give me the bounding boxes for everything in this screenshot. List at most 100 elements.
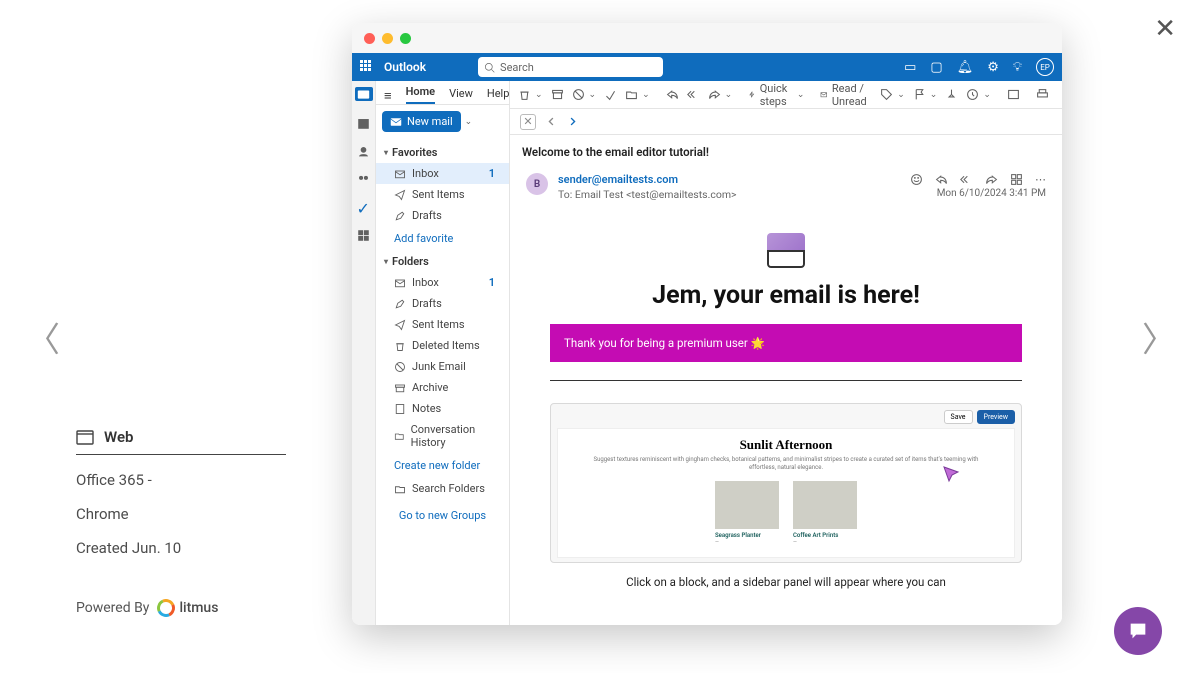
traffic-close[interactable] [364,33,375,44]
email-caption: Click on a block, and a sidebar panel wi… [550,563,1022,589]
next-message-icon[interactable] [567,116,578,127]
apps-icon[interactable] [1010,173,1023,186]
react-icon[interactable] [910,173,923,186]
favorites-drafts[interactable]: Drafts [376,205,509,226]
folder-drafts[interactable]: Drafts [376,293,509,314]
archive-icon [394,382,406,394]
folder-conversation[interactable]: Conversation History [376,419,509,453]
tab-home[interactable]: Home [406,85,436,104]
tab-view[interactable]: View [449,87,473,104]
forward-icon[interactable] [985,173,998,186]
gear-icon[interactable]: ⚙ [987,60,999,75]
editor-preview-image: SavePreview Sunlit Afternoon Suggest tex… [550,403,1022,563]
favorites-sent[interactable]: Sent Items [376,184,509,205]
more-actions-icon[interactable]: ⋯ [1035,173,1046,186]
search-folder-icon [394,483,406,495]
app-launcher-icon[interactable] [360,60,374,74]
trash-icon [394,340,406,352]
traffic-max[interactable] [400,33,411,44]
outlook-header: Outlook Search ▭ ▢ 🔔︎ ⚙ 💡︎ EP [352,53,1062,81]
prev-message-icon[interactable] [546,116,557,127]
reply-button[interactable] [666,88,679,101]
close-icon[interactable]: ✕ [1154,14,1176,44]
reply-icon[interactable] [935,173,948,186]
message-subject: Welcome to the email editor tutorial! [510,135,1062,169]
folder-junk[interactable]: Junk Email [376,356,509,377]
folder-archive[interactable]: Archive [376,377,509,398]
create-folder-link[interactable]: Create new folder [376,453,509,478]
message-header: B sender@emailtests.com To: Email Test <… [510,169,1062,211]
replyall-icon[interactable] [960,173,973,186]
tips-icon[interactable]: 💡︎ [1013,60,1022,75]
delete-button[interactable]: ⌄ [518,88,543,101]
tab-help[interactable]: Help [487,87,510,104]
moveto-button[interactable]: ⌄ [625,88,650,101]
traffic-min[interactable] [382,33,393,44]
notes-icon [394,403,406,415]
folder-deleted[interactable]: Deleted Items [376,335,509,356]
teams-icon[interactable]: ▢ [930,60,942,75]
drafts-icon [394,298,406,310]
email-banner: Thank you for being a premium user 🌟 [550,324,1022,362]
mail-icon[interactable] [355,87,373,101]
more-apps-icon[interactable] [357,227,371,241]
inbox-icon [394,277,406,289]
next-arrow[interactable]: 〉 [1142,312,1176,361]
quick-steps-button[interactable]: Quick steps⌄ [748,82,804,108]
people-icon[interactable] [357,143,371,157]
calendar-icon[interactable] [357,115,371,129]
client-name: Office 365 - [76,471,286,489]
pin-button[interactable] [945,88,958,101]
replyall-button[interactable] [687,88,700,101]
reading-pane: ⌄ ⌄ ⌄ ⌄ Quick steps⌄ Read / Unread ⌄ ⌄ ⌄ [510,81,1062,625]
immersive-button[interactable] [1007,88,1020,101]
folder-nav: ≡ Home View Help New mail ⌄ ▾Favorites I… [376,81,510,625]
add-favorite-link[interactable]: Add favorite [376,226,509,251]
new-mail-button[interactable]: New mail [382,111,461,132]
client-created: Created Jun. 10 [76,539,286,557]
favorites-inbox[interactable]: Inbox 1 [376,163,509,184]
bell-icon[interactable]: 🔔︎ [957,60,974,75]
inbox-icon [394,168,406,180]
sent-icon [394,319,406,331]
meet-icon[interactable]: ▭ [904,60,916,75]
folders-header[interactable]: ▾Folders [376,251,509,272]
groups-icon[interactable] [357,171,371,185]
hamburger-icon[interactable]: ≡ [384,88,392,104]
folder-icon [394,430,405,442]
sweep-button[interactable] [604,88,617,101]
outlook-window: Outlook Search ▭ ▢ 🔔︎ ⚙ 💡︎ EP ✓ ≡ Hom [352,23,1062,625]
powered-by: Powered By litmus [76,599,286,617]
junk-icon [394,361,406,373]
todo-icon[interactable]: ✓ [357,199,371,213]
folder-sent[interactable]: Sent Items [376,314,509,335]
prev-arrow[interactable]: 〈 [26,312,60,361]
read-unread-button[interactable]: Read / Unread [820,82,872,108]
tag-button[interactable]: ⌄ [880,88,905,101]
avatar[interactable]: EP [1036,58,1054,76]
folder-search[interactable]: Search Folders [376,478,509,499]
sender-address[interactable]: sender@emailtests.com [558,173,737,186]
print-button[interactable] [1036,88,1049,101]
browser-icon [76,430,94,445]
email-headline: Jem, your email is here! [550,275,1022,324]
preview-metadata: Web Office 365 - Chrome Created Jun. 10 … [76,428,286,617]
help-fab[interactable] [1114,607,1162,655]
snooze-button[interactable]: ⌄ [966,88,991,101]
groups-link[interactable]: Go to new Groups [376,499,509,532]
new-mail-chevron[interactable]: ⌄ [465,117,473,127]
favorites-header[interactable]: ▾Favorites [376,142,509,163]
sent-icon [394,189,406,201]
message-nav: ✕ [510,109,1062,135]
search-input[interactable]: Search [478,57,663,77]
flag-button[interactable]: ⌄ [913,88,938,101]
app-rail: ✓ [352,81,376,625]
drafts-icon [394,210,406,222]
folder-notes[interactable]: Notes [376,398,509,419]
client-browser: Chrome [76,505,286,523]
report-button[interactable]: ⌄ [572,88,597,101]
folder-inbox[interactable]: Inbox1 [376,272,509,293]
forward-button[interactable]: ⌄ [708,88,733,101]
close-message-button[interactable]: ✕ [520,114,536,130]
archive-button[interactable] [551,88,564,101]
